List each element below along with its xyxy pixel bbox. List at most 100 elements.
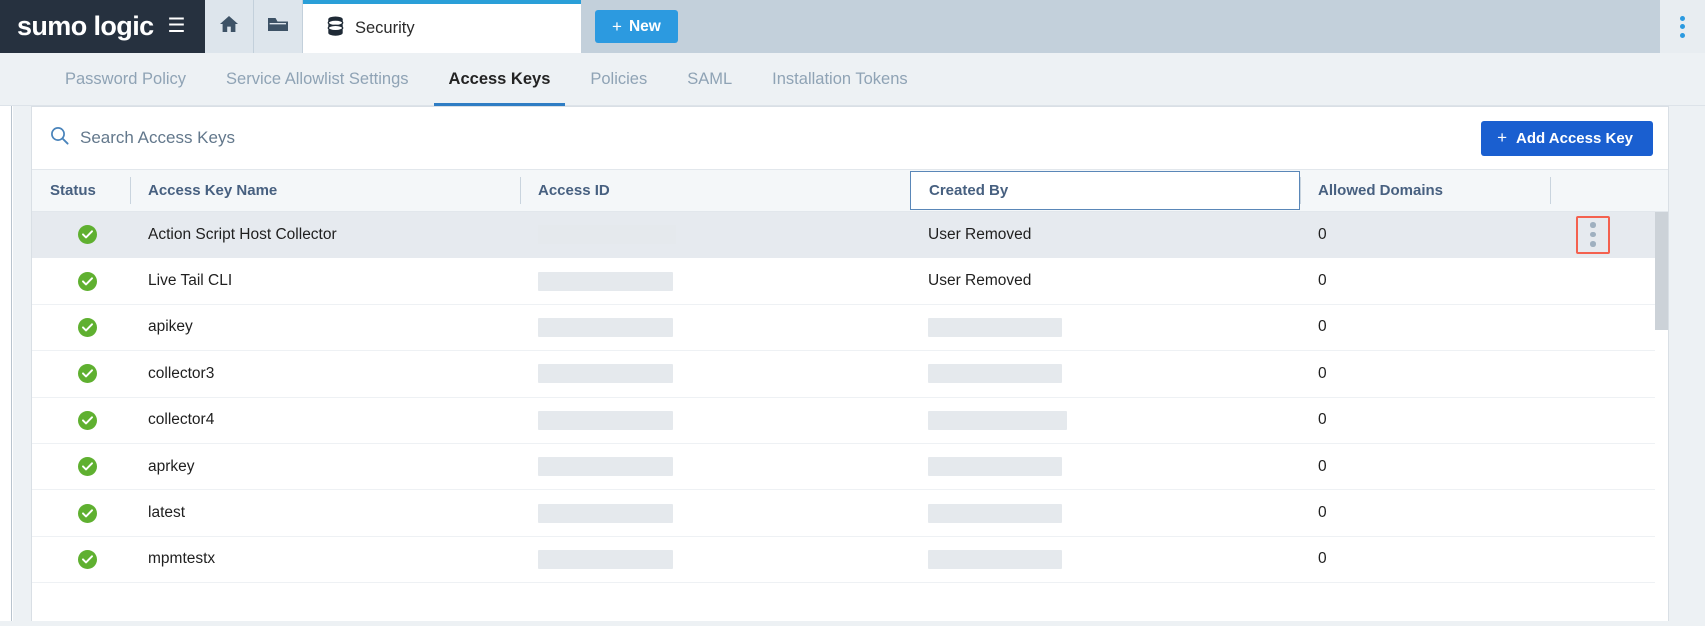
row-actions-slot	[1580, 543, 1608, 575]
new-button[interactable]: + New	[595, 10, 678, 43]
cell-status	[32, 272, 130, 291]
search-container[interactable]	[50, 126, 1481, 150]
home-icon	[219, 15, 239, 38]
cell-created-by: User Removed	[910, 272, 1300, 290]
table-row[interactable]: apikey 0	[32, 305, 1668, 351]
search-input[interactable]	[80, 128, 540, 148]
tab-password-policy[interactable]: Password Policy	[45, 53, 206, 106]
access-key-name-value: collector4	[148, 411, 214, 429]
cell-actions	[1550, 216, 1668, 254]
column-header-actions	[1550, 170, 1668, 211]
settings-tab-strip: Password Policy Service Allowlist Settin…	[0, 53, 1705, 106]
cell-actions	[1550, 358, 1668, 390]
redacted-created-by	[928, 504, 1062, 523]
cell-created-by	[910, 457, 1300, 476]
table-row[interactable]: latest 0	[32, 490, 1668, 536]
row-actions-slot	[1580, 404, 1608, 436]
row-actions-slot	[1580, 358, 1608, 390]
column-header-status[interactable]: Status	[32, 170, 130, 211]
home-button[interactable]	[205, 0, 254, 53]
redacted-access-id	[538, 225, 676, 244]
topbar-overflow-menu-button[interactable]	[1660, 0, 1705, 53]
table-row[interactable]: collector30	[32, 351, 1668, 397]
redacted-created-by	[928, 550, 1062, 569]
cell-access-id	[520, 364, 910, 383]
cell-created-by	[910, 364, 1300, 383]
row-actions-menu-button[interactable]	[1579, 219, 1607, 251]
tab-installation-tokens[interactable]: Installation Tokens	[752, 53, 927, 106]
cell-actions	[1550, 404, 1668, 436]
column-header-access-id[interactable]: Access ID	[520, 170, 910, 211]
cell-actions	[1550, 311, 1668, 343]
redacted-access-id	[538, 364, 673, 383]
access-key-name-value: latest	[148, 504, 185, 522]
cell-created-by	[910, 318, 1300, 337]
cell-access-key-name: Live Tail CLI	[130, 272, 520, 290]
cell-allowed-domains: 0	[1300, 226, 1550, 244]
access-key-name-value: Action Script Host Collector	[148, 226, 337, 244]
tab-access-keys[interactable]: Access Keys	[429, 53, 571, 106]
cell-access-key-name: collector3	[130, 365, 520, 383]
cell-actions	[1550, 543, 1668, 575]
redacted-access-id	[538, 550, 673, 569]
table-row[interactable]: Action Script Host Collector User Removed…	[32, 212, 1668, 258]
table-row[interactable]: Live Tail CLI User Removed 0	[32, 258, 1668, 304]
add-access-key-button[interactable]: + Add Access Key	[1481, 121, 1653, 156]
allowed-domains-value: 0	[1318, 272, 1327, 290]
table-row[interactable]: collector4 0	[32, 398, 1668, 444]
redacted-created-by	[928, 411, 1067, 430]
folder-icon	[267, 15, 289, 38]
table-row[interactable]: aprkey 0	[32, 444, 1668, 490]
tab-saml[interactable]: SAML	[667, 53, 752, 106]
cell-allowed-domains: 0	[1300, 458, 1550, 476]
tab-security-label: Security	[355, 19, 415, 38]
created-by-value: User Removed	[928, 226, 1031, 244]
cell-access-id	[520, 504, 910, 523]
vertical-scrollbar-thumb[interactable]	[1655, 212, 1668, 330]
kebab-dot	[1590, 241, 1596, 247]
column-header-created-by[interactable]: Created By	[910, 171, 1300, 210]
table-body: Action Script Host Collector User Removed…	[32, 212, 1668, 584]
access-key-name-value: apikey	[148, 318, 193, 336]
allowed-domains-value: 0	[1318, 458, 1327, 476]
column-header-access-key-name[interactable]: Access Key Name	[130, 170, 520, 211]
check-circle-icon	[78, 457, 97, 476]
row-actions-slot	[1580, 451, 1608, 483]
cell-allowed-domains: 0	[1300, 411, 1550, 429]
cell-status	[32, 504, 130, 523]
redacted-access-id	[538, 272, 673, 291]
cell-access-key-name: aprkey	[130, 458, 520, 476]
access-key-name-value: collector3	[148, 365, 214, 383]
column-header-allowed-domains[interactable]: Allowed Domains	[1300, 170, 1550, 211]
check-circle-icon	[78, 318, 97, 337]
tab-service-allowlist-settings[interactable]: Service Allowlist Settings	[206, 53, 429, 106]
cell-created-by: User Removed	[910, 226, 1300, 244]
row-actions-menu-highlight[interactable]	[1576, 216, 1610, 254]
redacted-access-id	[538, 318, 673, 337]
plus-icon: +	[1497, 128, 1507, 148]
cell-allowed-domains: 0	[1300, 504, 1550, 522]
cell-access-key-name: mpmtestx	[130, 550, 520, 568]
allowed-domains-value: 0	[1318, 411, 1327, 429]
database-icon	[327, 16, 344, 41]
topbar-spacer	[678, 0, 1660, 53]
tab-security[interactable]: Security	[303, 0, 581, 53]
check-circle-icon	[78, 504, 97, 523]
hamburger-icon[interactable]: ☰	[168, 16, 186, 38]
row-actions-slot	[1580, 497, 1608, 529]
cell-allowed-domains: 0	[1300, 318, 1550, 336]
add-access-key-label: Add Access Key	[1516, 130, 1633, 147]
library-folder-button[interactable]	[254, 0, 303, 53]
check-circle-icon	[78, 272, 97, 291]
row-actions-slot	[1580, 265, 1608, 297]
table-row[interactable]: mpmtestx0	[32, 537, 1668, 583]
cell-access-id	[520, 272, 910, 291]
vertical-scrollbar-track[interactable]	[1655, 212, 1668, 584]
cell-status	[32, 225, 130, 244]
tab-policies[interactable]: Policies	[570, 53, 667, 106]
cell-status	[32, 457, 130, 476]
check-circle-icon	[78, 364, 97, 383]
access-keys-page: sumo logic ☰	[0, 0, 1705, 626]
check-circle-icon	[78, 550, 97, 569]
kebab-dot	[1680, 24, 1685, 29]
